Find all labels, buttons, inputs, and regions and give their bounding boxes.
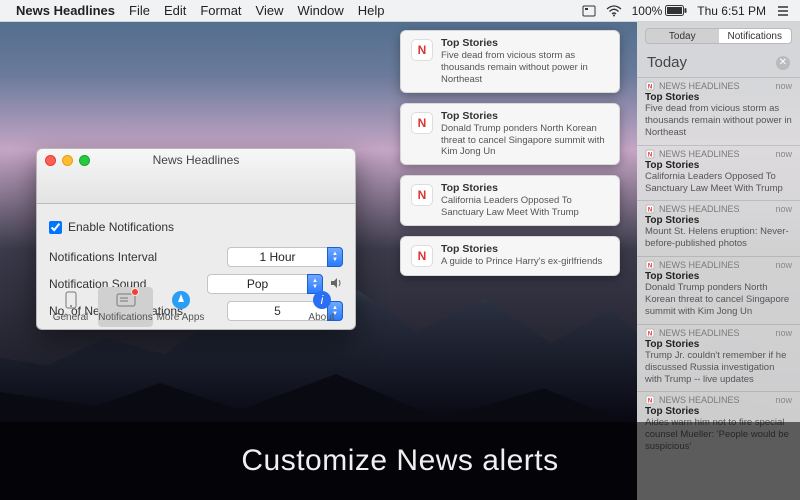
nc-item-text: Donald Trump ponders North Korean threat…: [645, 282, 792, 318]
svg-text:N: N: [648, 399, 652, 405]
nc-item[interactable]: NNEWS HEADLINES nowTop StoriesDonald Trum…: [637, 256, 800, 324]
menu-view[interactable]: View: [256, 3, 284, 18]
nc-clear-button[interactable]: ✕: [776, 56, 790, 70]
news-app-icon: N: [409, 110, 435, 136]
notification-center-icon[interactable]: [776, 5, 790, 17]
nc-time: now: [775, 328, 792, 338]
nc-segment-notifications[interactable]: Notifications: [719, 29, 792, 43]
nc-item[interactable]: NNEWS HEADLINES nowTop StoriesCalifornia …: [637, 145, 800, 201]
notification-banner[interactable]: N Top StoriesCalifornia Leaders Opposed …: [400, 175, 620, 226]
notification-banner[interactable]: N Top StoriesA guide to Prince Harry's e…: [400, 236, 620, 276]
enable-notifications-row: Enable Notifications: [49, 216, 343, 238]
nc-item-title: Top Stories: [645, 271, 792, 282]
nc-source: NNEWS HEADLINES: [645, 149, 740, 159]
info-icon: i: [311, 290, 333, 310]
general-icon: [60, 290, 82, 310]
svg-text:N: N: [648, 264, 652, 270]
interval-popup[interactable]: 1 Hour ▲▼: [227, 247, 343, 267]
desktop-notifications: N Top StoriesFive dead from vicious stor…: [400, 30, 620, 276]
battery-percent-label: 100%: [632, 4, 663, 18]
battery-status[interactable]: 100%: [632, 4, 688, 18]
menubar-clock[interactable]: Thu 6:51 PM: [697, 4, 766, 18]
nc-item-title: Top Stories: [645, 406, 792, 417]
prefs-tab-about[interactable]: i About: [294, 287, 349, 327]
nc-time: now: [775, 260, 792, 270]
notifications-icon: [115, 290, 137, 310]
nc-item[interactable]: NNEWS HEADLINES nowTop StoriesMount St. H…: [637, 200, 800, 256]
news-app-icon: N: [409, 243, 435, 269]
chevron-updown-icon: ▲▼: [327, 247, 343, 267]
nc-item-title: Top Stories: [645, 160, 792, 171]
notification-banner[interactable]: N Top StoriesDonald Trump ponders North …: [400, 103, 620, 166]
nc-segment-today[interactable]: Today: [646, 29, 719, 43]
prefs-titlebar[interactable]: News Headlines General Notifications M: [37, 149, 355, 204]
nc-item-text: Five dead from vicious storm as thousand…: [645, 103, 792, 139]
nc-time: now: [775, 395, 792, 405]
notification-banner[interactable]: N Top StoriesFive dead from vicious stor…: [400, 30, 620, 93]
enable-notifications-label: Enable Notifications: [68, 220, 343, 234]
nc-source: NNEWS HEADLINES: [645, 395, 740, 405]
nc-time: now: [775, 81, 792, 91]
enable-notifications-checkbox[interactable]: [49, 221, 62, 234]
prefs-tab-notifications[interactable]: Notifications: [98, 287, 153, 327]
appstore-icon: [170, 290, 192, 310]
nc-source: NNEWS HEADLINES: [645, 328, 740, 338]
nc-item-text: Mount St. Helens eruption: Never-before-…: [645, 226, 792, 250]
menu-format[interactable]: Format: [200, 3, 241, 18]
prefs-window-title: News Headlines: [37, 153, 355, 167]
svg-text:N: N: [648, 208, 652, 214]
prefs-tab-general[interactable]: General: [43, 287, 98, 327]
menu-edit[interactable]: Edit: [164, 3, 186, 18]
menubar-control-icon[interactable]: [582, 5, 596, 17]
preferences-window: News Headlines General Notifications M: [36, 148, 356, 330]
nc-heading: Today: [647, 54, 687, 71]
menu-file[interactable]: File: [129, 3, 150, 18]
svg-text:N: N: [648, 85, 652, 91]
menu-bar: News Headlines File Edit Format View Win…: [0, 0, 800, 22]
news-app-icon: N: [409, 37, 435, 63]
nc-item[interactable]: NNEWS HEADLINES nowTop StoriesFive dead f…: [637, 77, 800, 145]
badge-dot-icon: [131, 288, 139, 296]
nc-item-text: California Leaders Opposed To Sanctuary …: [645, 171, 792, 195]
nc-item-title: Top Stories: [645, 339, 792, 350]
svg-text:N: N: [648, 152, 652, 158]
nc-item-title: Top Stories: [645, 92, 792, 103]
svg-text:i: i: [320, 293, 323, 307]
interval-label: Notifications Interval: [49, 250, 227, 264]
svg-text:N: N: [648, 331, 652, 337]
nc-segmented-control[interactable]: Today Notifications: [645, 28, 792, 44]
nc-item-text: Trump Jr. couldn't remember if he discus…: [645, 350, 792, 386]
nc-source: NNEWS HEADLINES: [645, 204, 740, 214]
menu-window[interactable]: Window: [297, 3, 343, 18]
menu-help[interactable]: Help: [358, 3, 385, 18]
nc-item-title: Top Stories: [645, 215, 792, 226]
nc-source: NNEWS HEADLINES: [645, 81, 740, 91]
menubar-app-name[interactable]: News Headlines: [16, 3, 115, 18]
nc-time: now: [775, 204, 792, 214]
nc-time: now: [775, 149, 792, 159]
news-app-icon: N: [409, 182, 435, 208]
nc-item[interactable]: NNEWS HEADLINES nowTop StoriesTrump Jr. c…: [637, 324, 800, 392]
marketing-caption: Customize News alerts: [0, 422, 800, 500]
nc-source: NNEWS HEADLINES: [645, 260, 740, 270]
wifi-icon[interactable]: [606, 5, 622, 17]
prefs-tab-more-apps[interactable]: More Apps: [153, 287, 208, 327]
interval-row: Notifications Interval 1 Hour ▲▼: [49, 246, 343, 268]
